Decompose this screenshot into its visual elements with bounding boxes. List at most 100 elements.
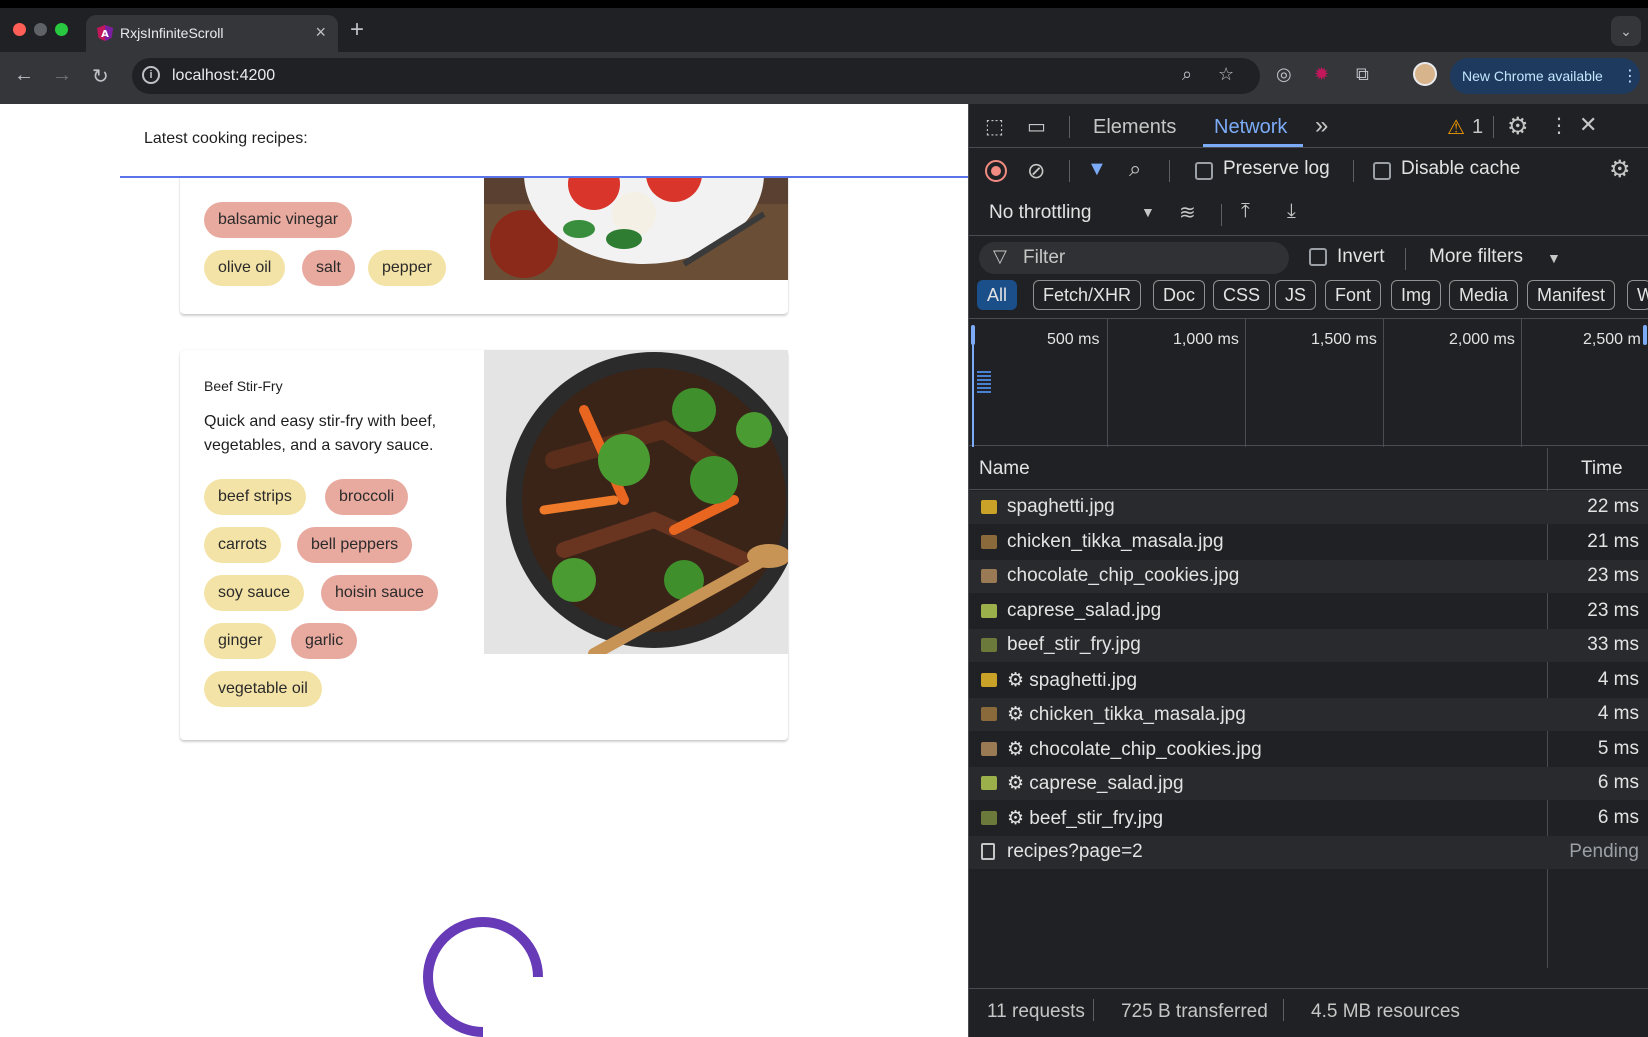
request-time: 4 ms [1597, 703, 1639, 724]
type-filter-js[interactable]: JS [1275, 280, 1317, 310]
browser-toolbar: ← → ↻ i localhost:4200 ⌕ ☆ ◎ ✹ ⧉ New Chr… [0, 52, 1648, 104]
disable-cache-label[interactable]: Disable cache [1401, 158, 1520, 180]
request-name[interactable]: chocolate_chip_cookies.jpg [1007, 565, 1239, 587]
back-arrow-icon[interactable]: ← [14, 64, 34, 87]
request-row[interactable]: caprese_salad.jpg 23 ms [969, 595, 1648, 628]
request-name[interactable]: chicken_tikka_masala.jpg [1007, 531, 1224, 553]
status-transferred: 725 B transferred [1121, 1001, 1268, 1022]
type-filter-all[interactable]: All [977, 280, 1018, 310]
request-name[interactable]: caprese_salad.jpg [1007, 600, 1161, 622]
document-file-icon [981, 843, 995, 860]
export-har-icon[interactable]: ⤓ [1287, 200, 1296, 223]
filter-funnel-icon[interactable]: ▼ [1087, 158, 1107, 181]
maximize-window-button[interactable] [55, 23, 68, 36]
address-bar[interactable]: i localhost:4200 ⌕ ☆ [132, 58, 1260, 94]
type-filter-media[interactable]: Media [1449, 280, 1519, 310]
request-row[interactable]: ⚙ chocolate_chip_cookies.jpg 5 ms [969, 733, 1648, 766]
forward-arrow-icon[interactable]: → [52, 64, 72, 87]
profile-avatar[interactable] [1413, 62, 1437, 86]
import-har-icon[interactable]: ⤒ [1241, 200, 1250, 223]
request-row[interactable]: beef_stir_fry.jpg 33 ms [969, 629, 1648, 662]
record-stop-icon[interactable] [985, 160, 1007, 182]
minimize-window-button[interactable] [34, 23, 47, 36]
separator [1169, 160, 1170, 182]
throttling-select[interactable]: No throttling [989, 202, 1091, 224]
request-row[interactable]: ⚙ beef_stir_fry.jpg 6 ms [969, 802, 1648, 835]
extension-target-icon[interactable]: ◎ [1276, 64, 1292, 85]
inspect-element-icon[interactable]: ⬚ [985, 114, 1004, 139]
new-tab-button[interactable]: + [350, 16, 364, 44]
more-filters-dropdown-icon[interactable]: ▼ [1547, 250, 1561, 266]
type-filter-doc[interactable]: Doc [1153, 280, 1206, 310]
request-name[interactable]: ⚙ chicken_tikka_masala.jpg [1007, 703, 1246, 726]
type-filter-img[interactable]: Img [1391, 280, 1442, 310]
devtools-menu-icon[interactable]: ⋮ [1549, 113, 1569, 138]
request-row[interactable]: chocolate_chip_cookies.jpg 23 ms [969, 560, 1648, 593]
filter-funnel-icon: ▽ [993, 246, 1007, 266]
preserve-log-label[interactable]: Preserve log [1223, 158, 1330, 180]
close-devtools-icon[interactable]: ✕ [1579, 112, 1597, 138]
type-filter-manifest[interactable]: Manifest [1527, 280, 1616, 310]
search-icon[interactable]: ⌕ [1129, 156, 1141, 182]
request-row[interactable]: ⚙ chicken_tikka_masala.jpg 4 ms [969, 698, 1648, 731]
more-filters-button[interactable]: More filters [1429, 246, 1523, 268]
tab-search-chevron-icon[interactable]: ⌄ [1611, 16, 1641, 46]
timeline-left-handle[interactable] [971, 325, 975, 345]
filter-input[interactable]: ▽ Filter [979, 242, 1289, 274]
request-name[interactable]: ⚙ spaghetti.jpg [1007, 669, 1137, 692]
more-tabs-icon[interactable]: » [1315, 112, 1328, 140]
image-file-icon [981, 638, 997, 652]
timeline-right-handle[interactable] [1643, 325, 1647, 345]
request-row[interactable]: chicken_tikka_masala.jpg 21 ms [969, 526, 1648, 559]
extensions-puzzle-icon[interactable]: ⧉ [1356, 64, 1369, 85]
tab-close-icon[interactable]: × [315, 22, 326, 43]
request-row[interactable]: ⚙ spaghetti.jpg 4 ms [969, 664, 1648, 697]
request-row[interactable]: ⚙ caprese_salad.jpg 6 ms [969, 767, 1648, 800]
throttling-dropdown-icon[interactable]: ▼ [1141, 204, 1155, 220]
zoom-icon[interactable]: ⌕ [1182, 64, 1192, 85]
type-filter-ws[interactable]: W [1627, 280, 1648, 310]
request-name[interactable]: beef_stir_fry.jpg [1007, 634, 1141, 656]
request-name[interactable]: ⚙ chocolate_chip_cookies.jpg [1007, 738, 1262, 761]
network-overview-timeline[interactable]: 500 ms 1,000 ms 1,500 ms 2,000 ms 2,500 … [969, 318, 1648, 447]
preserve-log-checkbox[interactable] [1195, 162, 1213, 180]
separator [1093, 999, 1094, 1021]
angular-devtools-icon[interactable]: ✹ [1314, 64, 1329, 85]
request-name[interactable]: recipes?page=2 [1007, 841, 1143, 863]
column-name[interactable]: Name [979, 458, 1030, 480]
warning-count[interactable]: 1 [1472, 116, 1483, 139]
new-chrome-available-button[interactable]: New Chrome available ⋮ [1450, 58, 1640, 94]
image-file-icon [981, 534, 997, 549]
tab-elements[interactable]: Elements [1093, 116, 1176, 139]
svg-text:A: A [101, 29, 109, 40]
settings-gear-icon[interactable]: ⚙ [1507, 112, 1529, 141]
timeline-selection-line [972, 345, 974, 447]
network-conditions-icon[interactable]: ≋ [1179, 200, 1196, 225]
type-filter-font[interactable]: Font [1325, 280, 1382, 310]
tab-network[interactable]: Network [1214, 116, 1287, 139]
network-settings-gear-icon[interactable]: ⚙ [1609, 155, 1631, 184]
timeline-gridline [1521, 319, 1522, 447]
type-filter-fetch-xhr[interactable]: Fetch/XHR [1033, 280, 1142, 310]
request-row[interactable]: recipes?page=2 Pending [969, 836, 1648, 869]
browser-tab[interactable]: A RxjsInfiniteScroll × [86, 15, 338, 53]
url-text[interactable]: localhost:4200 [172, 67, 275, 85]
disable-cache-checkbox[interactable] [1373, 162, 1391, 180]
site-info-icon[interactable]: i [142, 66, 160, 84]
column-time[interactable]: Time [1581, 458, 1623, 480]
request-name[interactable]: ⚙ beef_stir_fry.jpg [1007, 807, 1163, 830]
request-row[interactable]: spaghetti.jpg 22 ms [969, 491, 1648, 524]
warning-icon[interactable]: ⚠ [1447, 115, 1465, 140]
type-filter-css[interactable]: CSS [1213, 280, 1271, 310]
request-name[interactable]: ⚙ caprese_salad.jpg [1007, 772, 1184, 795]
bookmark-star-icon[interactable]: ☆ [1218, 64, 1234, 85]
clear-icon[interactable]: ⊘ [1027, 158, 1045, 184]
request-name[interactable]: spaghetti.jpg [1007, 496, 1115, 518]
invert-label[interactable]: Invert [1337, 246, 1385, 268]
chrome-menu-icon[interactable]: ⋮ [1622, 66, 1638, 86]
close-window-button[interactable] [13, 23, 26, 36]
invert-checkbox[interactable] [1309, 248, 1327, 266]
request-time: 6 ms [1597, 806, 1639, 828]
device-toolbar-icon[interactable]: ▭ [1027, 114, 1046, 139]
reload-icon[interactable]: ↻ [92, 64, 109, 89]
